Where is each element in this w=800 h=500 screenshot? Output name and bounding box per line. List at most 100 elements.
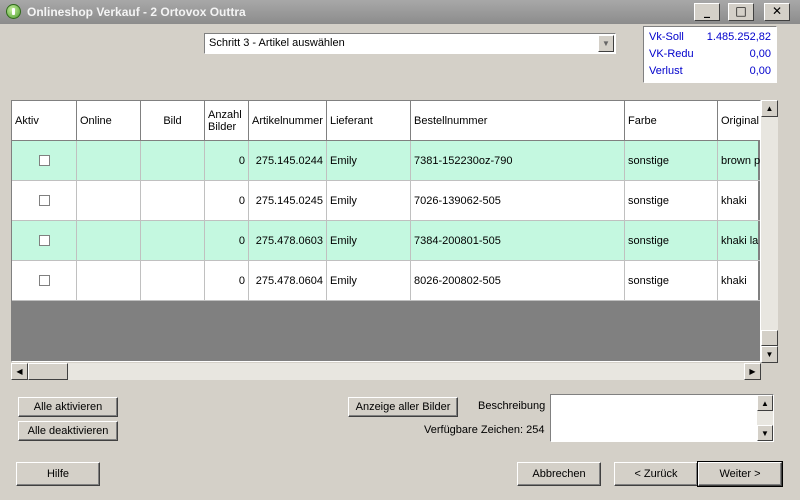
verlust-value: 0,00 <box>749 65 771 77</box>
bild-cell <box>141 261 205 301</box>
bestellnummer-cell: 7381-152230oz-790 <box>411 141 625 181</box>
beschreibung-label: Beschreibung <box>478 400 546 412</box>
vertical-scroll-thumb[interactable] <box>761 330 778 346</box>
bestellnummer-cell: 7026-139062-505 <box>411 181 625 221</box>
arrow-left-icon: ◀ <box>16 367 23 376</box>
header-anzahl-line2: Bilder <box>208 120 237 133</box>
farbe-cell: sonstige <box>625 261 718 301</box>
desc-scroll-down-button[interactable]: ▼ <box>757 425 773 441</box>
scroll-left-button[interactable]: ◀ <box>11 363 28 380</box>
app-icon <box>6 4 21 19</box>
step-select-value: Schritt 3 - Artikel auswählen <box>209 37 345 49</box>
vk-soll-label: Vk-Soll <box>649 31 684 43</box>
bild-cell <box>141 221 205 261</box>
anzahl-cell: 0 <box>205 141 249 181</box>
original-cell: khaki <box>718 261 760 301</box>
aktiv-checkbox[interactable] <box>38 195 50 206</box>
lieferant-cell: Emily <box>327 181 411 221</box>
original-cell: khaki <box>718 181 760 221</box>
header-original[interactable]: Original <box>718 101 760 141</box>
vk-soll-value: 1.485.252,82 <box>706 31 771 43</box>
close-icon: ✕ <box>771 4 783 18</box>
arrow-down-icon: ▼ <box>761 429 769 438</box>
header-farbe[interactable]: Farbe <box>625 101 718 141</box>
online-cell <box>77 221 141 261</box>
aktiv-cell <box>12 181 77 221</box>
abbrechen-button[interactable]: Abbrechen <box>517 462 601 486</box>
close-button[interactable]: ✕ <box>764 3 790 21</box>
description-scrollbar[interactable]: ▲ ▼ <box>757 395 773 441</box>
lieferant-cell: Emily <box>327 141 411 181</box>
original-cell: brown p <box>718 141 760 181</box>
header-bild[interactable]: Bild <box>141 101 205 141</box>
online-cell <box>77 181 141 221</box>
weiter-button[interactable]: Weiter > <box>697 461 783 487</box>
zurueck-button[interactable]: < Zurück <box>614 462 698 486</box>
arrow-up-icon: ▲ <box>761 399 769 408</box>
horizontal-scrollbar[interactable]: ◀ ▶ <box>11 363 761 380</box>
vk-redu-label: VK-Redu <box>649 48 694 60</box>
article-table[interactable]: Aktiv Online Bild Anzahl Bilder Artikeln… <box>11 100 761 362</box>
header-anzahl-bilder[interactable]: Anzahl Bilder <box>205 101 249 141</box>
alle-deaktivieren-button[interactable]: Alle deaktivieren <box>18 421 118 441</box>
bild-cell <box>141 181 205 221</box>
farbe-cell: sonstige <box>625 141 718 181</box>
vertical-scrollbar[interactable]: ▲ ▼ <box>761 100 778 363</box>
anzeige-aller-bilder-button[interactable]: Anzeige aller Bilder <box>348 397 458 417</box>
lieferant-cell: Emily <box>327 261 411 301</box>
farbe-cell: sonstige <box>625 221 718 261</box>
maximize-icon: □ <box>735 4 747 18</box>
header-bestellnummer[interactable]: Bestellnummer <box>411 101 625 141</box>
header-anzahl-line1: Anzahl <box>208 108 242 121</box>
artikelnummer-cell: 275.478.0603 <box>249 221 327 261</box>
artikelnummer-cell: 275.145.0245 <box>249 181 327 221</box>
artikelnummer-cell: 275.145.0244 <box>249 141 327 181</box>
aktiv-checkbox[interactable] <box>38 155 50 166</box>
table-row[interactable]: 0 275.478.0603 Emily 7384-200801-505 son… <box>12 221 760 261</box>
vk-redu-value: 0,00 <box>749 48 771 60</box>
online-cell <box>77 141 141 181</box>
hilfe-button[interactable]: Hilfe <box>16 462 100 486</box>
anzahl-cell: 0 <box>205 261 249 301</box>
verfuegbare-zeichen-label: Verfügbare Zeichen: 254 <box>424 424 545 436</box>
aktiv-cell <box>12 261 77 301</box>
table-row[interactable]: 0 275.145.0245 Emily 7026-139062-505 son… <box>12 181 760 221</box>
header-lieferant[interactable]: Lieferant <box>327 101 411 141</box>
beschreibung-textarea[interactable]: ▲ ▼ <box>550 394 774 442</box>
bestellnummer-cell: 8026-200802-505 <box>411 261 625 301</box>
scroll-right-button[interactable]: ▶ <box>744 363 761 380</box>
desc-scroll-up-button[interactable]: ▲ <box>757 395 773 411</box>
arrow-down-icon: ▼ <box>765 350 774 359</box>
arrow-up-icon: ▲ <box>765 104 774 113</box>
alle-aktivieren-button[interactable]: Alle aktivieren <box>18 397 118 417</box>
arrow-right-icon: ▶ <box>749 367 756 376</box>
aktiv-cell <box>12 221 77 261</box>
scroll-down-button[interactable]: ▼ <box>761 346 778 363</box>
title-bar[interactable]: Onlineshop Verkauf - 2 Ortovox Outtra _ … <box>0 0 800 24</box>
header-artikelnummer[interactable]: Artikelnummer <box>249 101 327 141</box>
aktiv-checkbox[interactable] <box>38 275 50 286</box>
chevron-down-icon[interactable]: ▼ <box>598 35 614 52</box>
verlust-label: Verlust <box>649 65 683 77</box>
minimize-button[interactable]: _ <box>694 3 720 21</box>
step-select[interactable]: Schritt 3 - Artikel auswählen ▼ <box>204 33 616 54</box>
table-row[interactable]: 0 275.478.0604 Emily 8026-200802-505 son… <box>12 261 760 301</box>
anzahl-cell: 0 <box>205 181 249 221</box>
table-header: Aktiv Online Bild Anzahl Bilder Artikeln… <box>12 101 760 141</box>
aktiv-cell <box>12 141 77 181</box>
original-cell: khaki la <box>718 221 760 261</box>
window-title: Onlineshop Verkauf - 2 Ortovox Outtra <box>27 5 246 19</box>
horizontal-scroll-thumb[interactable] <box>28 363 68 380</box>
header-aktiv[interactable]: Aktiv <box>12 101 77 141</box>
farbe-cell: sonstige <box>625 181 718 221</box>
minimize-icon: _ <box>704 4 710 18</box>
aktiv-checkbox[interactable] <box>38 235 50 246</box>
bild-cell <box>141 141 205 181</box>
scroll-up-button[interactable]: ▲ <box>761 100 778 117</box>
header-online[interactable]: Online <box>77 101 141 141</box>
maximize-button[interactable]: □ <box>728 3 754 21</box>
online-cell <box>77 261 141 301</box>
table-row[interactable]: 0 275.145.0244 Emily 7381-152230oz-790 s… <box>12 141 760 181</box>
bestellnummer-cell: 7384-200801-505 <box>411 221 625 261</box>
artikelnummer-cell: 275.478.0604 <box>249 261 327 301</box>
